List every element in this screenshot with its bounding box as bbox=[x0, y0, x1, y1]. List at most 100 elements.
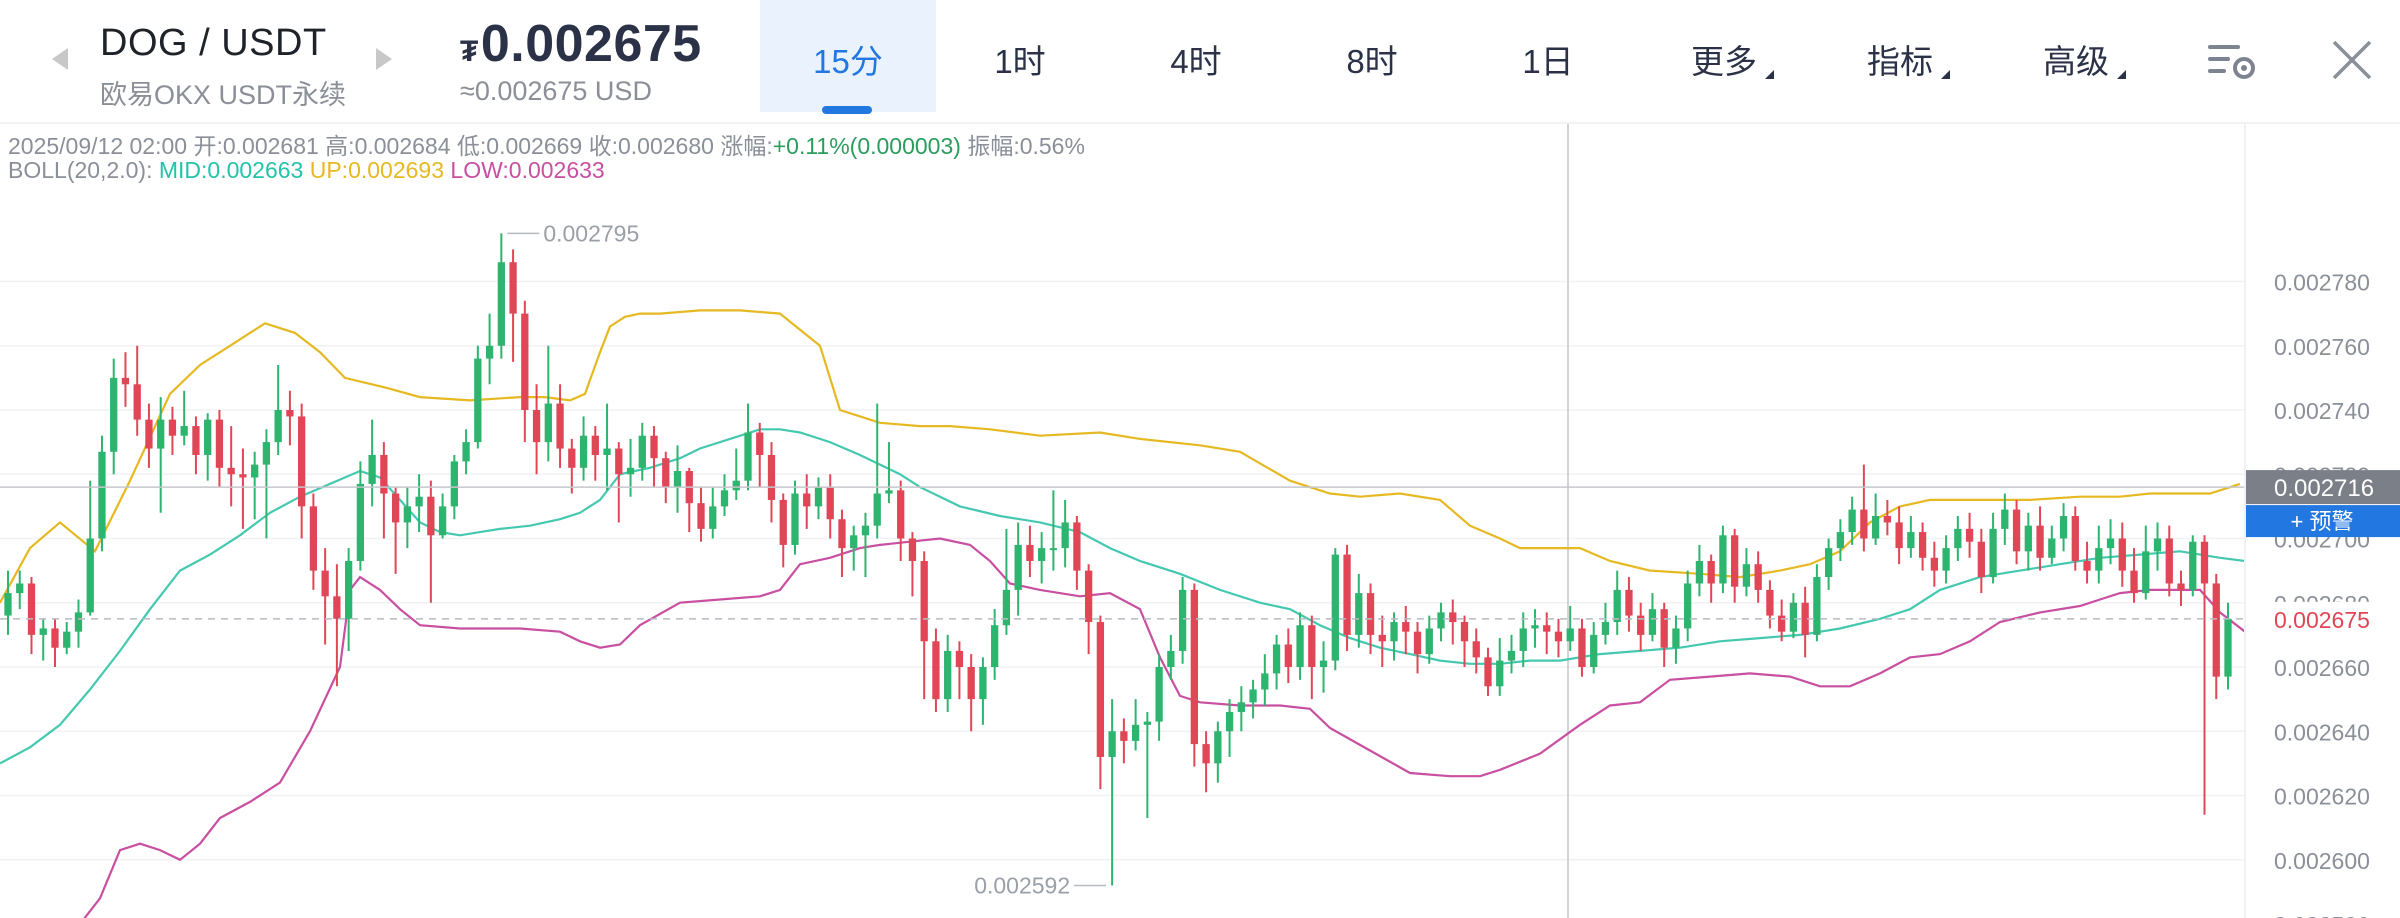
y-tick-label: 0.002740 bbox=[2274, 398, 2370, 424]
candle-body bbox=[1930, 557, 1938, 571]
candle bbox=[568, 438, 576, 494]
candle-body bbox=[908, 538, 917, 561]
candle-body bbox=[251, 464, 259, 478]
candle-body bbox=[98, 451, 106, 539]
candle-body bbox=[391, 493, 400, 523]
boll-lower-line bbox=[83, 537, 2245, 918]
candle bbox=[474, 345, 482, 449]
candle bbox=[98, 435, 106, 552]
candle bbox=[1331, 548, 1339, 671]
candle bbox=[591, 426, 599, 481]
candle bbox=[2200, 535, 2209, 815]
candle bbox=[274, 365, 282, 455]
candle bbox=[368, 419, 376, 507]
candle-body bbox=[2165, 538, 2173, 584]
candle-body bbox=[1084, 570, 1093, 623]
candle-body bbox=[1731, 535, 1739, 587]
candle bbox=[180, 390, 188, 446]
y-tick-label: 0.002620 bbox=[2274, 784, 2370, 810]
candle-body bbox=[204, 419, 212, 455]
candle-body bbox=[2071, 516, 2079, 561]
candle bbox=[1836, 519, 1845, 561]
candle bbox=[1742, 548, 1751, 597]
candle bbox=[2177, 570, 2185, 606]
candle bbox=[673, 445, 682, 513]
candle bbox=[1084, 564, 1093, 655]
candle-body bbox=[145, 419, 153, 449]
candle bbox=[2095, 525, 2103, 584]
current-price-label: 0.002675 bbox=[2274, 607, 2370, 633]
candle bbox=[1578, 618, 1586, 677]
candle-body bbox=[1601, 622, 1610, 635]
candle-body bbox=[4, 593, 12, 616]
candle-body bbox=[2177, 583, 2185, 590]
candle-body bbox=[1167, 650, 1175, 667]
candle bbox=[1684, 570, 1692, 642]
candle-body bbox=[344, 560, 353, 619]
candle bbox=[1754, 551, 1762, 603]
candle bbox=[885, 442, 893, 504]
candlestick-chart[interactable]: 0.0027800.0027600.0027400.0027200.002700… bbox=[0, 0, 2400, 918]
candle-body bbox=[979, 667, 987, 700]
candle-body bbox=[16, 583, 24, 594]
candle-body bbox=[1190, 589, 1198, 745]
candle-body bbox=[1965, 528, 1974, 542]
candle-body bbox=[27, 583, 36, 635]
candle bbox=[1554, 618, 1563, 658]
alert-button-label: + 预警 bbox=[2291, 509, 2354, 534]
candle-body bbox=[521, 313, 529, 410]
candle bbox=[1648, 593, 1657, 642]
candle-body bbox=[356, 483, 365, 561]
candle-body bbox=[321, 570, 329, 597]
candle-body bbox=[157, 419, 165, 449]
candle-body bbox=[744, 432, 752, 481]
candle bbox=[145, 403, 153, 468]
candle bbox=[955, 641, 964, 700]
candle bbox=[1237, 686, 1245, 732]
candle bbox=[967, 654, 975, 732]
candle-body bbox=[544, 403, 552, 443]
candle bbox=[979, 657, 987, 725]
candle-body bbox=[1296, 625, 1304, 667]
candle bbox=[509, 249, 517, 362]
candle bbox=[298, 403, 306, 539]
candle-body bbox=[2024, 525, 2032, 552]
candle bbox=[39, 618, 47, 661]
candle bbox=[1014, 522, 1022, 616]
candle-body bbox=[1202, 744, 1210, 764]
candle-body bbox=[2118, 538, 2126, 571]
candle-body bbox=[897, 490, 905, 539]
candle bbox=[662, 451, 670, 504]
candle-body bbox=[1249, 689, 1257, 703]
candle bbox=[2189, 535, 2197, 597]
candle bbox=[791, 480, 799, 555]
candle bbox=[1049, 490, 1058, 571]
candle bbox=[1918, 522, 1927, 571]
candle-body bbox=[1038, 548, 1046, 561]
candle bbox=[1813, 564, 1821, 642]
candle bbox=[615, 442, 623, 523]
candle bbox=[579, 416, 588, 481]
candle-body bbox=[850, 535, 858, 549]
candle bbox=[1484, 647, 1492, 696]
candle-body bbox=[2059, 516, 2068, 539]
candle bbox=[1590, 622, 1598, 674]
candle bbox=[2048, 525, 2056, 565]
candle bbox=[1402, 605, 1410, 655]
candle bbox=[1026, 525, 1034, 578]
candle-body bbox=[1284, 644, 1292, 667]
candle-body bbox=[1613, 589, 1621, 623]
candle-body bbox=[920, 560, 928, 642]
candle bbox=[1954, 516, 1962, 561]
candle-body bbox=[1660, 609, 1668, 648]
candle-body bbox=[873, 493, 881, 526]
candle-body bbox=[133, 384, 141, 420]
candle bbox=[391, 487, 400, 574]
candle bbox=[944, 634, 952, 712]
candle bbox=[544, 345, 552, 462]
candle-body bbox=[767, 454, 776, 500]
candle-body bbox=[1413, 631, 1422, 655]
candle-body bbox=[1566, 628, 1574, 642]
candle-body bbox=[1120, 731, 1128, 741]
candle bbox=[685, 467, 693, 533]
